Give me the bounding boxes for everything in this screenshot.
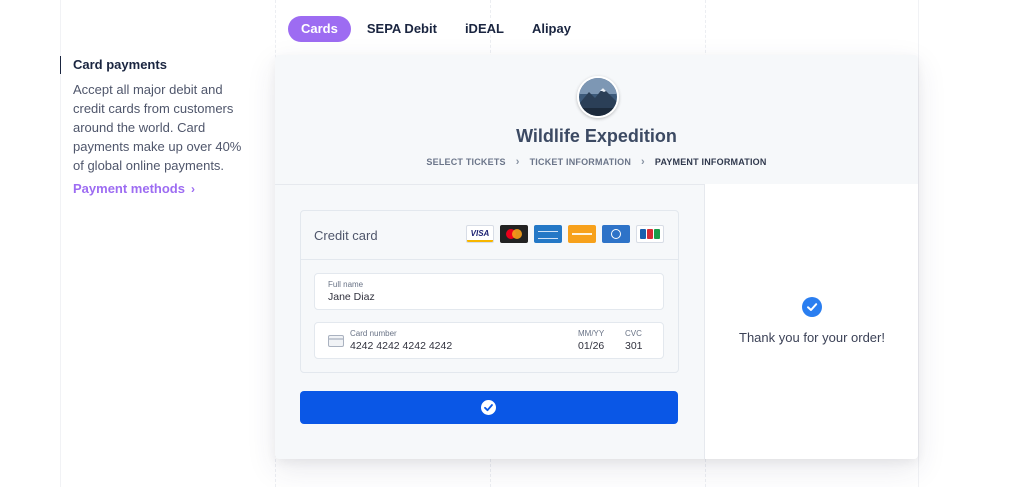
discover-logo-icon (568, 225, 596, 243)
cvc-input[interactable]: 301 (625, 340, 643, 352)
full-name-value: Jane Diaz (328, 291, 375, 303)
amex-logo-icon (534, 225, 562, 243)
payment-method-label: Credit card (314, 228, 378, 243)
card-number-input[interactable]: 4242 4242 4242 4242 (350, 340, 452, 352)
credit-card-form: Credit card VISA Full name Jane Diaz Car… (300, 210, 679, 373)
checkout-window: Wildlife Expedition SELECT TICKETS › TICKE… (275, 55, 918, 459)
chevron-right-icon: › (190, 182, 195, 196)
success-check-icon (802, 297, 822, 317)
step-payment-information: PAYMENT INFORMATION (654, 157, 767, 167)
chevron-right-icon: › (515, 156, 520, 168)
payment-method-tabs: Cards SEPA Debit iDEAL Alipay (288, 16, 583, 42)
merchant-title: Wildlife Expedition (516, 126, 677, 146)
full-name-field[interactable]: Full name Jane Diaz (314, 273, 664, 310)
card-number-label: Card number (350, 329, 397, 338)
mastercard-logo-icon (500, 225, 528, 243)
visa-logo-icon: VISA (466, 225, 494, 243)
card-form-header: Credit card VISA (301, 211, 678, 260)
mountain-landscape-icon (579, 78, 617, 116)
order-confirmation-panel: Thank you for your order! (704, 184, 918, 459)
checkmark-icon (481, 400, 496, 415)
step-ticket-information: TICKET INFORMATION (529, 157, 632, 167)
step-select-tickets: SELECT TICKETS (426, 157, 506, 167)
payment-methods-link-label: Payment methods (73, 181, 185, 196)
grid-line (918, 0, 919, 487)
tab-sepa-debit[interactable]: SEPA Debit (355, 16, 449, 42)
card-brand-logos: VISA (466, 225, 664, 243)
diners-club-logo-icon (602, 225, 630, 243)
tab-ideal[interactable]: iDEAL (453, 16, 516, 42)
section-description: Accept all major debit and credit cards … (73, 82, 242, 173)
credit-card-icon (328, 335, 344, 347)
section-title: Card payments (60, 56, 250, 74)
card-details-field[interactable]: Card number 4242 4242 4242 4242 MM/YY 01… (314, 322, 664, 359)
checkout-header: Wildlife Expedition SELECT TICKETS › TICKE… (275, 55, 918, 185)
payment-methods-link[interactable]: Payment methods › (60, 181, 195, 196)
jcb-logo-icon (636, 225, 664, 243)
checkout-steps: SELECT TICKETS › TICKET INFORMATION › PAYMEN… (275, 156, 918, 168)
feature-description: Card payments Accept all major debit and… (60, 56, 250, 198)
expiry-input[interactable]: 01/26 (578, 340, 604, 352)
pay-button[interactable] (300, 391, 678, 424)
merchant-logo (577, 76, 619, 118)
tab-cards[interactable]: Cards (288, 16, 351, 42)
tab-alipay[interactable]: Alipay (520, 16, 583, 42)
confirmation-message: Thank you for your order! (739, 330, 885, 345)
full-name-label: Full name (328, 280, 364, 289)
expiry-label: MM/YY (578, 329, 605, 338)
chevron-right-icon: › (641, 156, 645, 168)
cvc-label: CVC (625, 329, 642, 338)
